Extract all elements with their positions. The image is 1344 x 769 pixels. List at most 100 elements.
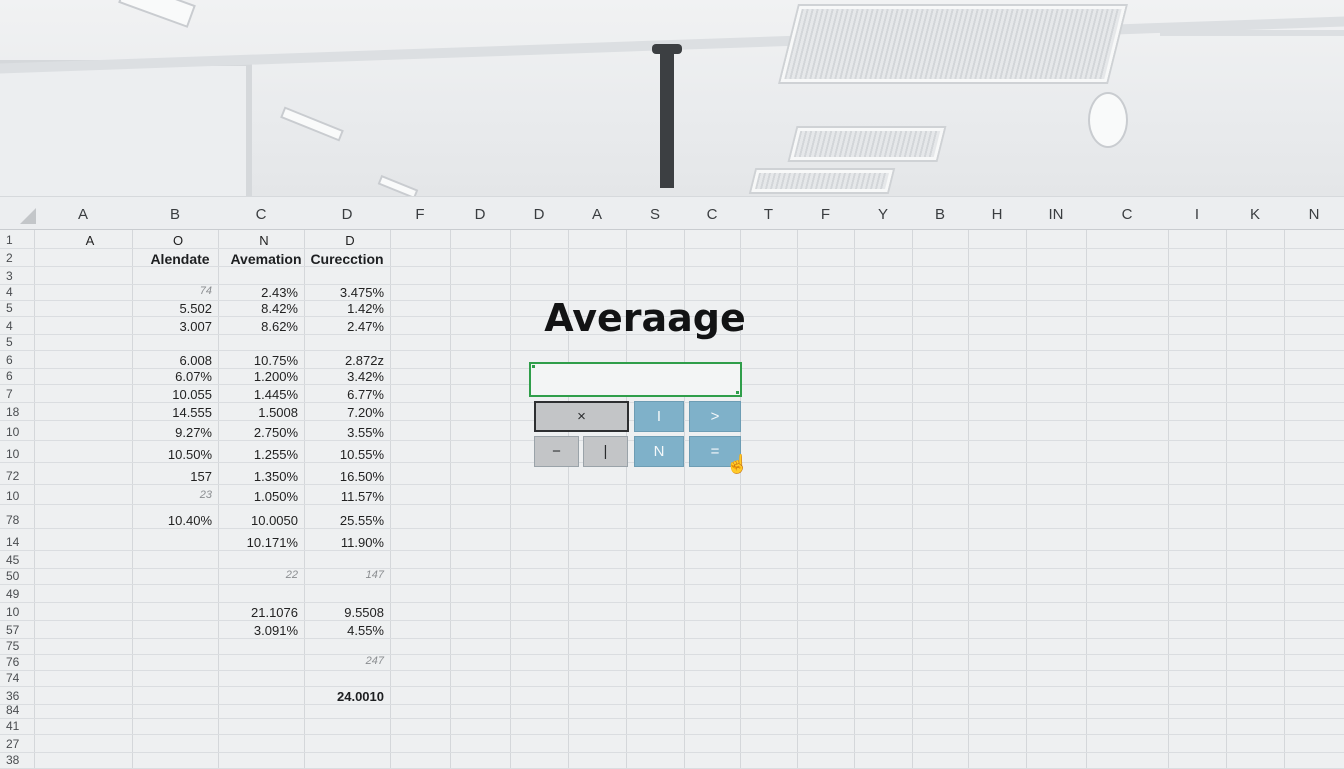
cell-b[interactable]: 9.27% [132,425,212,440]
cell-d[interactable]: 3.55% [304,425,384,440]
cell-d[interactable]: 9.5508 [304,605,384,620]
row-number[interactable]: 49 [6,587,34,601]
row-number[interactable]: 1 [6,233,34,247]
cell-c[interactable]: 1.200% [218,369,298,384]
column-header-d[interactable]: D [510,197,568,229]
row-number[interactable]: 75 [6,639,34,653]
cell-a[interactable]: A [34,233,146,248]
row-number[interactable]: 76 [6,655,34,669]
cell-c[interactable]: 1.5008 [218,405,298,420]
next-button[interactable]: > [689,401,741,432]
cell-c[interactable]: 1.445% [218,387,298,402]
row-number[interactable]: 10 [6,425,34,439]
column-header-i[interactable]: I [1168,197,1226,229]
cell-d[interactable]: 2.47% [304,319,384,334]
row-number[interactable]: 14 [6,535,34,549]
column-header-t[interactable]: T [740,197,797,229]
minus-button[interactable]: − [534,436,579,467]
column-header-a[interactable]: A [568,197,626,229]
spreadsheet-grid[interactable]: A B C D F D D A S C T F Y B H IN C I K N 1 A O N D 2 Alendate Avem… [0,196,1344,769]
column-header-in[interactable]: IN [1026,197,1086,229]
row-number[interactable]: 7 [6,387,34,401]
cell-d[interactable]: 25.55% [304,513,384,528]
row-number[interactable]: 10 [6,447,34,461]
row-number[interactable]: 10 [6,489,34,503]
row-number[interactable]: 4 [6,319,34,333]
cell-b[interactable]: O [132,233,224,248]
cell-d[interactable]: 3.42% [304,369,384,384]
cell-b[interactable]: 6.008 [132,353,212,368]
column-header-f[interactable]: F [390,197,450,229]
cell-d[interactable]: 10.55% [304,447,384,462]
cell-c[interactable]: 1.255% [218,447,298,462]
row-number[interactable]: 4 [6,285,34,299]
row-number[interactable]: 6 [6,369,34,383]
cell-d[interactable]: 4.55% [304,623,384,638]
formula-input[interactable] [529,362,742,397]
cell-c[interactable]: 10.0050 [218,513,298,528]
cell-c[interactable]: 8.62% [218,319,298,334]
i-button[interactable]: I [634,401,684,432]
row-number[interactable]: 74 [6,671,34,685]
n-button[interactable]: N [634,436,684,467]
row-number[interactable]: 36 [6,689,34,703]
cell-b[interactable]: 3.007 [132,319,212,334]
column-header-d[interactable]: D [450,197,510,229]
column-header-b[interactable]: B [132,197,218,229]
row-number[interactable]: 27 [6,737,34,751]
clear-button[interactable]: × [534,401,629,432]
column-header-c[interactable]: C [684,197,740,229]
cell-b[interactable]: 14.555 [132,405,212,420]
column-header-b[interactable]: B [912,197,968,229]
cell-b[interactable]: Alendate [134,251,226,267]
cell-d[interactable]: 16.50% [304,469,384,484]
row-number[interactable]: 57 [6,623,34,637]
cell-c[interactable]: 21.1076 [218,605,298,620]
cell-c[interactable]: 22 [218,569,298,581]
cell-d[interactable]: 24.0010 [304,689,384,704]
pipe-button[interactable]: | [583,436,628,467]
column-header-f[interactable]: F [797,197,854,229]
column-header-y[interactable]: Y [854,197,912,229]
cell-c[interactable]: 2.750% [218,425,298,440]
cell-b[interactable]: 6.07% [132,369,212,384]
cell-c[interactable]: 1.350% [218,469,298,484]
cell-c[interactable]: N [218,233,310,248]
cell-c[interactable]: 2.43% [218,285,298,300]
row-number[interactable]: 5 [6,301,34,315]
row-number[interactable]: 18 [6,405,34,419]
cell-b[interactable]: 10.055 [132,387,212,402]
cell-d[interactable]: 11.90% [304,535,384,550]
cell-d[interactable]: 2.872z [304,353,384,368]
row-number[interactable]: 72 [6,469,34,483]
cell-c[interactable]: 1.050% [218,489,298,504]
column-header-n[interactable]: N [1284,197,1344,229]
column-header-a[interactable]: A [34,197,132,229]
column-header-k[interactable]: K [1226,197,1284,229]
cell-d[interactable]: D [304,233,396,248]
cell-c[interactable]: Avemation [220,251,312,267]
cell-b[interactable]: 5.502 [132,301,212,316]
column-header-d[interactable]: D [304,197,390,229]
cell-c[interactable]: 10.171% [218,535,298,550]
column-header-c[interactable]: C [218,197,304,229]
cell-c[interactable]: 3.091% [218,623,298,638]
cell-d[interactable]: 7.20% [304,405,384,420]
cell-d[interactable]: 11.57% [304,489,384,504]
cell-c[interactable]: 8.42% [218,301,298,316]
row-number[interactable]: 50 [6,569,34,583]
row-number[interactable]: 5 [6,335,34,349]
cell-d[interactable]: 1.42% [304,301,384,316]
cell-d[interactable]: Curecction [304,251,390,267]
column-header-h[interactable]: H [968,197,1026,229]
row-number[interactable]: 10 [6,605,34,619]
row-number[interactable]: 2 [6,251,34,265]
cell-d[interactable]: 6.77% [304,387,384,402]
row-number[interactable]: 3 [6,269,34,283]
row-number[interactable]: 45 [6,553,34,567]
cell-b[interactable]: 10.40% [132,513,212,528]
row-number[interactable]: 38 [6,753,34,767]
cell-b[interactable]: 10.50% [132,447,212,462]
row-number[interactable]: 41 [6,719,34,733]
cell-d[interactable]: 247 [304,655,384,667]
